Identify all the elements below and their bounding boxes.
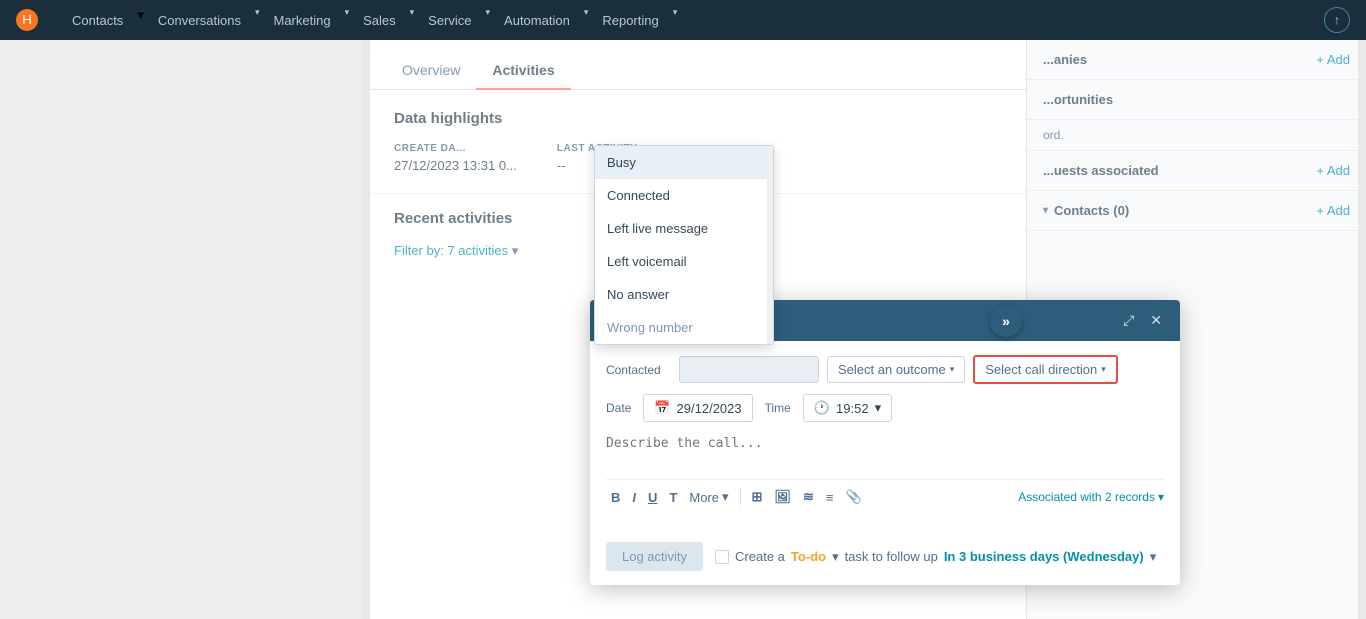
time-dropdown-arrow: ▾ xyxy=(875,400,882,416)
todo-day-arrow: ▾ xyxy=(1150,549,1157,565)
direction-dropdown-arrow: ▾ xyxy=(1101,364,1106,375)
direction-label: Select call direction xyxy=(985,362,1097,377)
top-navigation: H Contacts▾ Conversations▾ Marketing▾ Sa… xyxy=(0,0,1366,40)
nav-sales[interactable]: Sales xyxy=(353,7,406,34)
strikethrough-button[interactable]: T xyxy=(664,487,682,508)
date-time-row: Date 📅 29/12/2023 Time 🕐 19:52 ▾ xyxy=(606,394,1164,422)
nav-automation[interactable]: Automation xyxy=(494,7,580,34)
nav-contacts[interactable]: Contacts xyxy=(62,7,133,34)
todo-link[interactable]: To-do xyxy=(791,549,826,564)
hubspot-logo: H xyxy=(16,9,38,31)
nav-marketing[interactable]: Marketing xyxy=(263,7,340,34)
outcome-menu-scrollbar[interactable] xyxy=(767,146,773,344)
time-label: Time xyxy=(765,401,791,415)
date-value: 29/12/2023 xyxy=(677,401,742,416)
insert-link-button[interactable]: ⊞ xyxy=(747,486,768,508)
modal-close-button[interactable]: ✕ xyxy=(1146,310,1166,331)
italic-button[interactable]: I xyxy=(627,487,641,508)
log-activity-button[interactable]: Log activity xyxy=(606,542,703,571)
todo-link-arrow: ▾ xyxy=(832,549,839,565)
associated-dropdown-arrow: ▾ xyxy=(1158,490,1164,504)
outcome-label: Select an outcome xyxy=(838,362,946,377)
more-button[interactable]: More ▾ xyxy=(684,486,733,508)
outcome-dropdown-menu: Busy Connected Left live message Left vo… xyxy=(594,145,774,345)
indent-button[interactable]: ≋ xyxy=(798,486,819,508)
modal-body: Contacted Select an outcome ▾ Select cal… xyxy=(590,341,1180,532)
outcome-dropdown-button[interactable]: Select an outcome ▾ xyxy=(827,356,965,383)
nav-right: ↑ xyxy=(1324,7,1350,33)
contacted-input[interactable] xyxy=(679,356,819,383)
svg-text:H: H xyxy=(22,12,32,27)
nav-links: Contacts▾ Conversations▾ Marketing▾ Sale… xyxy=(62,7,677,34)
outcome-left-voicemail[interactable]: Left voicemail xyxy=(595,245,773,278)
more-label: More xyxy=(689,490,719,505)
underline-button[interactable]: U xyxy=(643,487,662,508)
upgrade-button[interactable]: ↑ xyxy=(1324,7,1350,33)
more-dropdown-arrow: ▾ xyxy=(722,489,729,505)
contacted-label: Contacted xyxy=(606,363,671,377)
outcome-busy[interactable]: Busy xyxy=(595,146,773,179)
outcome-left-live-message[interactable]: Left live message xyxy=(595,212,773,245)
date-input[interactable]: 📅 29/12/2023 xyxy=(643,394,752,422)
date-label: Date xyxy=(606,401,631,415)
main-layout: Overview Activities Data highlights CREA… xyxy=(0,40,1366,619)
nav-service[interactable]: Service xyxy=(418,7,481,34)
insert-image-button[interactable]: 🖼 xyxy=(769,486,796,508)
todo-row: Create a To-do ▾ task to follow up In 3 … xyxy=(715,549,1156,565)
toolbar-separator xyxy=(740,489,741,505)
time-value: 19:52 xyxy=(836,401,869,416)
todo-checkbox[interactable] xyxy=(715,550,729,564)
list-button[interactable]: ≡ xyxy=(821,487,839,508)
todo-day-link[interactable]: In 3 business days (Wednesday) xyxy=(944,549,1144,564)
modal-action-buttons: ⤢ ✕ xyxy=(1119,310,1166,331)
associated-label: Associated with 2 records xyxy=(1018,490,1155,504)
direction-dropdown-button[interactable]: Select call direction ▾ xyxy=(973,355,1118,384)
outcome-connected[interactable]: Connected xyxy=(595,179,773,212)
todo-create-text: Create a xyxy=(735,549,785,564)
describe-textarea[interactable] xyxy=(606,432,1164,470)
modal-footer: Log activity Create a To-do ▾ task to fo… xyxy=(590,532,1180,585)
modal-expand-button[interactable]: ⤢ xyxy=(1119,310,1138,331)
calendar-icon: 📅 xyxy=(654,400,670,416)
outcome-dropdown-arrow: ▾ xyxy=(950,364,955,375)
nav-conversations[interactable]: Conversations xyxy=(148,7,251,34)
bold-button[interactable]: B xyxy=(606,487,625,508)
attachment-button[interactable]: 📎 xyxy=(840,486,866,508)
modal-expand-floating-button[interactable]: » xyxy=(990,305,1022,337)
contacted-row: Contacted Select an outcome ▾ Select cal… xyxy=(606,355,1164,384)
outcome-no-answer[interactable]: No answer xyxy=(595,278,773,311)
text-toolbar: B I U T More ▾ ⊞ 🖼 ≋ ≡ 📎 Associated with… xyxy=(606,479,1164,508)
expand-icon: » xyxy=(1002,313,1010,329)
clock-icon: 🕐 xyxy=(814,400,830,416)
todo-mid-text: task to follow up xyxy=(845,549,938,564)
outcome-wrong-number[interactable]: Wrong number xyxy=(595,311,773,344)
associated-records-button[interactable]: Associated with 2 records ▾ xyxy=(1018,490,1164,504)
time-input[interactable]: 🕐 19:52 ▾ xyxy=(803,394,892,422)
nav-reporting[interactable]: Reporting xyxy=(592,7,668,34)
